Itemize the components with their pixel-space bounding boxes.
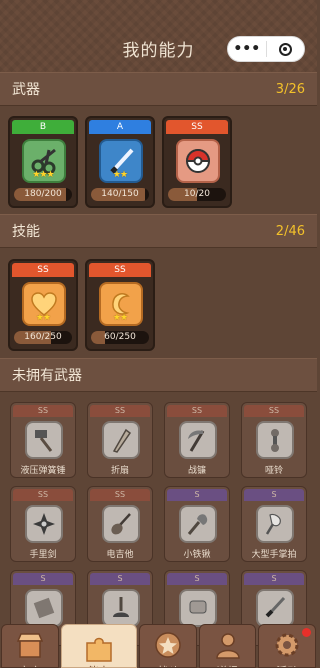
- shuriken-icon: [25, 505, 63, 543]
- dojo-icon: [213, 631, 243, 663]
- skills-section-label: 技能: [12, 224, 40, 240]
- skills-section-header: 技能 2/46: [0, 214, 317, 248]
- tab-label: 道场: [200, 663, 256, 667]
- tab-event[interactable]: 活动: [258, 624, 316, 668]
- weapon-name: 电吉他: [106, 550, 134, 560]
- bottom-tab-bar: 商店 能力 战斗 道场 活动: [0, 622, 317, 668]
- progress-bar: 60/250: [91, 331, 149, 344]
- top-bar: 我的能力 •••: [0, 0, 317, 72]
- grade-badge: S: [244, 573, 304, 585]
- star-rating: ★★: [35, 313, 51, 323]
- tab-dojo[interactable]: 道场: [198, 624, 257, 668]
- unowned-weapon-fan[interactable]: SS 折扇: [87, 402, 153, 478]
- progress-text: 180/200: [24, 189, 62, 199]
- tab-label: 活动: [259, 663, 315, 667]
- unowned-section-label: 未拥有武器: [12, 368, 82, 384]
- tab-ability[interactable]: 能力: [60, 624, 138, 668]
- shovel-icon: [179, 505, 217, 543]
- progress-text: 10/20: [184, 189, 210, 199]
- mini-program-capsule: •••: [227, 36, 305, 62]
- hammer-icon: [25, 421, 63, 459]
- grade-badge: SS: [167, 405, 227, 417]
- grade-badge: SS: [13, 405, 73, 417]
- progress-bar: 10/20: [168, 188, 226, 201]
- star-rating: ★★★: [32, 170, 54, 180]
- grade-badge: S: [244, 489, 304, 501]
- unowned-weapon-shovel[interactable]: S 小铁锹: [164, 486, 230, 562]
- scythe-icon: [179, 421, 217, 459]
- grade-badge: SS: [244, 405, 304, 417]
- grade-badge: SS: [90, 405, 150, 417]
- grade-badge: S: [13, 573, 73, 585]
- tab-label: 战斗: [140, 663, 196, 667]
- target-icon[interactable]: [266, 42, 304, 56]
- progress-bar: 180/200: [14, 188, 72, 201]
- unowned-weapon-scythe[interactable]: SS 战镰: [164, 402, 230, 478]
- star-rating: ★★: [112, 313, 128, 323]
- weapon-name: 折扇: [110, 466, 129, 476]
- weapons-section-header: 武器 3/26: [0, 72, 317, 106]
- star-badge-icon: [153, 631, 183, 663]
- unowned-section-header: 未拥有武器: [0, 358, 317, 392]
- progress-text: 160/250: [24, 332, 62, 342]
- notification-dot: [302, 628, 311, 637]
- guitar-icon: [102, 505, 140, 543]
- star-rating: ★★: [112, 170, 128, 180]
- grade-badge: SS: [89, 263, 151, 277]
- weapon-name: 哑铃: [264, 466, 283, 476]
- more-dots-icon[interactable]: •••: [228, 38, 266, 60]
- unowned-weapon-dumbbell[interactable]: SS 哑铃: [241, 402, 307, 478]
- weapon-name: 小铁锹: [183, 550, 211, 560]
- weapon-name: 液压弹簧锤: [20, 466, 66, 476]
- weapon-card-scissors[interactable]: B ★★★ 180/200: [8, 116, 78, 208]
- grade-badge: SS: [13, 489, 73, 501]
- weapon-name: 手里剑: [29, 550, 57, 560]
- skill-card-crescent[interactable]: SS ★★ 60/250: [85, 259, 155, 351]
- weapon-card-sword[interactable]: A ★★ 140/150: [85, 116, 155, 208]
- weapon-name: 战镰: [187, 466, 206, 476]
- weapon-name: 大型手掌拍: [251, 550, 297, 560]
- grade-badge: SS: [166, 120, 228, 134]
- unowned-weapon-shuriken[interactable]: SS 手里剑: [10, 486, 76, 562]
- unowned-weapon-guitar[interactable]: SS 电吉他: [87, 486, 153, 562]
- progress-bar: 160/250: [14, 331, 72, 344]
- grade-badge: SS: [12, 263, 74, 277]
- gear-icon: [272, 631, 302, 663]
- pokeball-icon: [176, 139, 220, 183]
- grade-badge: B: [12, 120, 74, 134]
- unowned-weapon-hammer[interactable]: SS 液压弹簧锤: [10, 402, 76, 478]
- grade-badge: S: [90, 573, 150, 585]
- palm-paddle-icon: [256, 505, 294, 543]
- unowned-weapon-palm-paddle[interactable]: S 大型手掌拍: [241, 486, 307, 562]
- tab-shop[interactable]: 商店: [1, 624, 59, 668]
- progress-text: 140/150: [101, 189, 139, 199]
- tab-label: 能力: [62, 663, 137, 667]
- tab-label: 商店: [2, 663, 58, 667]
- grade-badge: SS: [90, 489, 150, 501]
- weapons-section-count: 3/26: [275, 81, 305, 97]
- skill-card-heart[interactable]: SS ★★ 160/250: [8, 259, 78, 351]
- weapons-section-label: 武器: [12, 82, 40, 98]
- shop-icon: [15, 631, 45, 663]
- progress-text: 60/250: [104, 332, 136, 342]
- folding-fan-icon: [102, 421, 140, 459]
- grade-badge: S: [167, 489, 227, 501]
- progress-bar: 140/150: [91, 188, 149, 201]
- skills-section-count: 2/46: [275, 223, 305, 239]
- dumbbell-icon: [256, 421, 294, 459]
- grade-badge: A: [89, 120, 151, 134]
- tab-battle[interactable]: 战斗: [139, 624, 197, 668]
- weapon-card-pokeball[interactable]: SS 10/20: [162, 116, 232, 208]
- grade-badge: S: [167, 573, 227, 585]
